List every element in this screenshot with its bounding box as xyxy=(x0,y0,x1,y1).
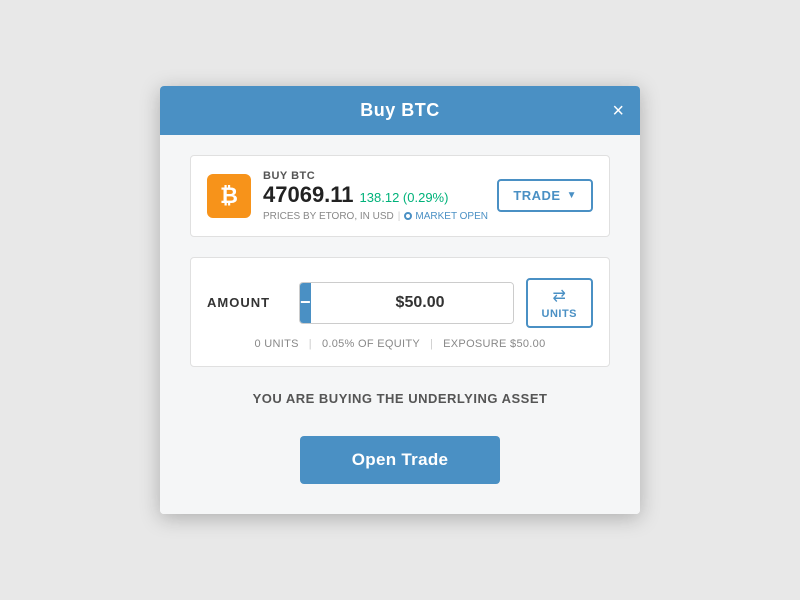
open-trade-button[interactable]: Open Trade xyxy=(300,436,500,484)
asset-buy-label: BUY BTC xyxy=(263,170,488,182)
asset-change: 138.12 (0.29%) xyxy=(360,190,449,205)
underlying-message: YOU ARE BUYING THE UNDERLYING ASSET xyxy=(190,391,610,406)
modal-body: ₿ BUY BTC 47069.11 138.12 (0.29%) PRICES… xyxy=(160,135,640,513)
amount-stats: 0 UNITS | 0.05% OF EQUITY | EXPOSURE $50… xyxy=(207,338,593,350)
swap-icon: ⇄ xyxy=(553,286,566,306)
price-row: 47069.11 138.12 (0.29%) xyxy=(263,182,488,208)
amount-input[interactable] xyxy=(311,283,514,323)
close-button[interactable]: × xyxy=(612,101,624,121)
amount-row: AMOUNT − + ⇄ UNITS xyxy=(207,278,593,328)
asset-row: ₿ BUY BTC 47069.11 138.12 (0.29%) PRICES… xyxy=(190,155,610,236)
asset-info: ₿ BUY BTC 47069.11 138.12 (0.29%) PRICES… xyxy=(207,170,488,221)
btc-icon: ₿ xyxy=(207,174,251,218)
units-stat: 0 UNITS xyxy=(255,338,299,350)
chevron-down-icon: ▼ xyxy=(567,190,577,201)
units-label: UNITS xyxy=(542,308,578,320)
modal-header: Buy BTC × xyxy=(160,86,640,135)
decrement-button[interactable]: − xyxy=(300,283,311,323)
exposure-stat: EXPOSURE $50.00 xyxy=(443,338,545,350)
amount-controls: − + xyxy=(299,282,514,324)
modal-title: Buy BTC xyxy=(360,100,440,121)
amount-label: AMOUNT xyxy=(207,295,287,310)
market-dot-icon xyxy=(404,212,412,220)
equity-stat: 0.05% OF EQUITY xyxy=(322,338,420,350)
divider-1: | xyxy=(309,338,312,350)
trade-dropdown-button[interactable]: TRADE ▼ xyxy=(497,179,593,212)
amount-section: AMOUNT − + ⇄ UNITS 0 UNITS | 0.05% OF EQ… xyxy=(190,257,610,367)
units-toggle-button[interactable]: ⇄ UNITS xyxy=(526,278,594,328)
asset-details: BUY BTC 47069.11 138.12 (0.29%) PRICES B… xyxy=(263,170,488,221)
divider-2: | xyxy=(430,338,433,350)
buy-btc-modal: Buy BTC × ₿ BUY BTC 47069.11 138.12 (0.2… xyxy=(160,86,640,513)
market-status: MARKET OPEN xyxy=(404,211,488,222)
asset-meta: PRICES BY ETORO, IN USD | MARKET OPEN xyxy=(263,211,488,222)
asset-price: 47069.11 xyxy=(263,182,354,208)
